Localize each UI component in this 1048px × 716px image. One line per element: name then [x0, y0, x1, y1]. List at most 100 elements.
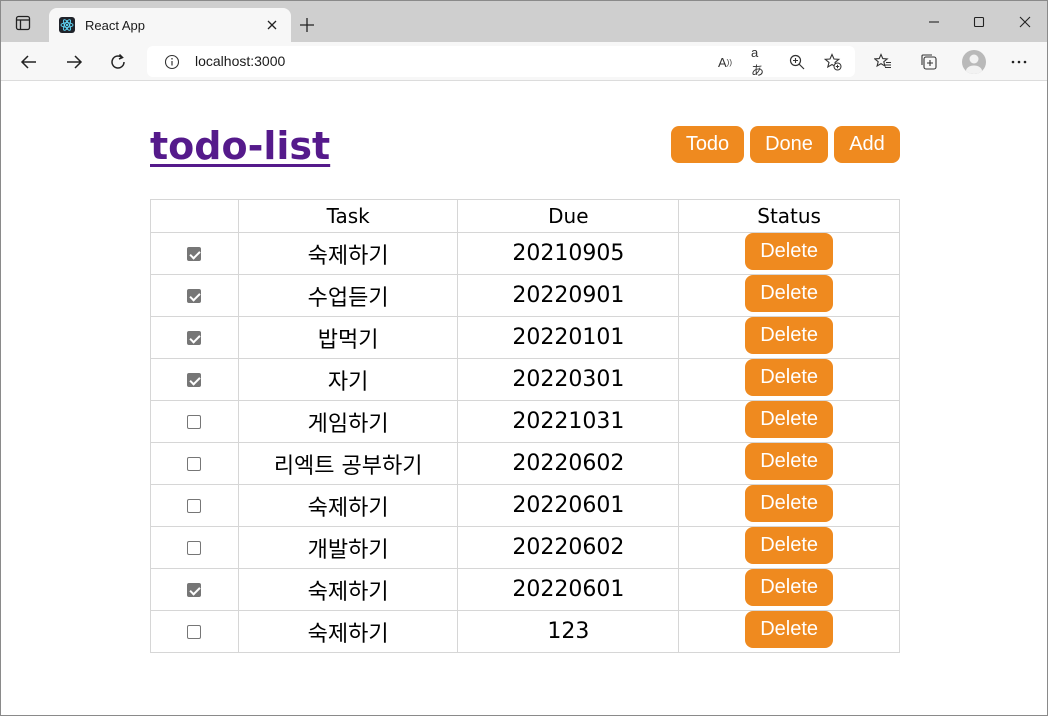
due-cell: 20220301	[457, 358, 680, 401]
due-cell: 20220602	[457, 442, 680, 485]
due-cell: 20220101	[457, 316, 680, 359]
done-checkbox[interactable]	[187, 457, 202, 471]
table-row: 숙제하기 123 Delete	[150, 610, 900, 653]
refresh-icon[interactable]	[105, 49, 131, 75]
read-aloud-icon[interactable]: A))	[715, 52, 735, 72]
collections-icon[interactable]	[917, 50, 941, 74]
row-check-cell	[150, 610, 239, 653]
back-icon[interactable]	[16, 49, 42, 75]
due-cell: 20210905	[457, 232, 680, 275]
done-checkbox[interactable]	[187, 541, 202, 555]
minimize-icon[interactable]	[920, 9, 948, 35]
done-checkbox[interactable]	[187, 373, 202, 387]
row-check-cell	[150, 568, 239, 611]
task-cell: 숙제하기	[237, 568, 459, 611]
todo-filter-button[interactable]: Todo	[671, 126, 744, 163]
status-cell: Delete	[678, 526, 900, 569]
done-checkbox[interactable]	[187, 289, 202, 303]
table-row: 게임하기 20221031 Delete	[150, 400, 900, 443]
row-check-cell	[150, 526, 239, 569]
column-header-check	[150, 199, 239, 233]
row-check-cell	[150, 400, 239, 443]
more-menu-icon[interactable]	[1007, 50, 1031, 74]
browser-toolbar: localhost:3000 A)) aあ	[1, 42, 1047, 81]
url-text[interactable]: localhost:3000	[195, 53, 285, 69]
delete-button[interactable]: Delete	[745, 527, 834, 564]
due-cell: 20220602	[457, 526, 680, 569]
task-cell: 리엑트 공부하기	[237, 442, 459, 485]
delete-button[interactable]: Delete	[745, 275, 834, 312]
delete-button[interactable]: Delete	[745, 401, 834, 438]
maximize-icon[interactable]	[965, 9, 993, 35]
close-window-icon[interactable]	[1011, 9, 1039, 35]
react-logo-icon	[59, 17, 75, 33]
done-checkbox[interactable]	[187, 415, 202, 429]
table-header-row: Task Due Status	[150, 199, 900, 233]
status-cell: Delete	[678, 316, 900, 359]
delete-button[interactable]: Delete	[745, 611, 834, 648]
browser-window: React App localhost:3000 A)) aあ todo-li…	[0, 0, 1048, 716]
due-cell: 20220601	[457, 484, 680, 527]
new-tab-icon[interactable]	[297, 15, 317, 35]
task-cell: 자기	[237, 358, 459, 401]
task-cell: 개발하기	[237, 526, 459, 569]
tab-title: React App	[85, 17, 145, 33]
done-checkbox[interactable]	[187, 583, 202, 597]
row-check-cell	[150, 274, 239, 317]
task-cell: 게임하기	[237, 400, 459, 443]
row-check-cell	[150, 358, 239, 401]
page-title[interactable]: todo-list	[150, 124, 330, 168]
tab-bar: React App	[1, 1, 1047, 42]
close-tab-icon[interactable]	[263, 16, 281, 34]
delete-button[interactable]: Delete	[745, 443, 834, 480]
add-button[interactable]: Add	[834, 126, 900, 163]
page-content: todo-list Todo Done Add Task Due Status …	[1, 82, 1047, 715]
status-cell: Delete	[678, 568, 900, 611]
column-header-due: Due	[457, 199, 680, 233]
due-cell: 20220901	[457, 274, 680, 317]
task-cell: 숙제하기	[237, 610, 459, 653]
delete-button[interactable]: Delete	[745, 233, 834, 270]
done-checkbox[interactable]	[187, 625, 202, 639]
forward-icon[interactable]	[61, 49, 87, 75]
row-check-cell	[150, 316, 239, 359]
status-cell: Delete	[678, 358, 900, 401]
task-cell: 숙제하기	[237, 484, 459, 527]
done-checkbox[interactable]	[187, 247, 202, 261]
table-row: 수업듣기 20220901 Delete	[150, 274, 900, 317]
row-check-cell	[150, 442, 239, 485]
favorites-icon[interactable]	[871, 50, 895, 74]
delete-button[interactable]: Delete	[745, 317, 834, 354]
zoom-icon[interactable]	[787, 52, 807, 72]
done-filter-button[interactable]: Done	[750, 126, 828, 163]
done-checkbox[interactable]	[187, 331, 202, 345]
task-cell: 수업듣기	[237, 274, 459, 317]
tab-actions-icon[interactable]	[9, 9, 37, 37]
due-cell: 123	[457, 610, 680, 653]
task-cell: 밥먹기	[237, 316, 459, 359]
profile-avatar-icon[interactable]	[962, 50, 986, 74]
table-body: 숙제하기 20210905 Delete 수업듣기 20220901 Delete 밥먹기 2…	[150, 232, 900, 653]
due-cell: 20220601	[457, 568, 680, 611]
browser-tab[interactable]: React App	[49, 8, 291, 42]
favorite-add-icon[interactable]	[823, 52, 843, 72]
task-cell: 숙제하기	[237, 232, 459, 275]
todo-table: Task Due Status 숙제하기 20210905 Delete 수업듣기 20…	[150, 199, 900, 653]
delete-button[interactable]: Delete	[745, 569, 834, 606]
address-bar[interactable]: localhost:3000 A)) aあ	[147, 45, 855, 78]
translate-icon[interactable]: aあ	[751, 45, 771, 78]
status-cell: Delete	[678, 400, 900, 443]
table-row: 자기 20220301 Delete	[150, 358, 900, 401]
delete-button[interactable]: Delete	[745, 359, 834, 396]
done-checkbox[interactable]	[187, 499, 202, 513]
status-cell: Delete	[678, 232, 900, 275]
table-row: 숙제하기 20220601 Delete	[150, 484, 900, 527]
due-cell: 20221031	[457, 400, 680, 443]
table-row: 밥먹기 20220101 Delete	[150, 316, 900, 359]
status-cell: Delete	[678, 484, 900, 527]
column-header-task: Task	[237, 199, 459, 233]
site-info-icon[interactable]	[163, 53, 181, 71]
row-check-cell	[150, 232, 239, 275]
table-row: 숙제하기 20220601 Delete	[150, 568, 900, 611]
delete-button[interactable]: Delete	[745, 485, 834, 522]
